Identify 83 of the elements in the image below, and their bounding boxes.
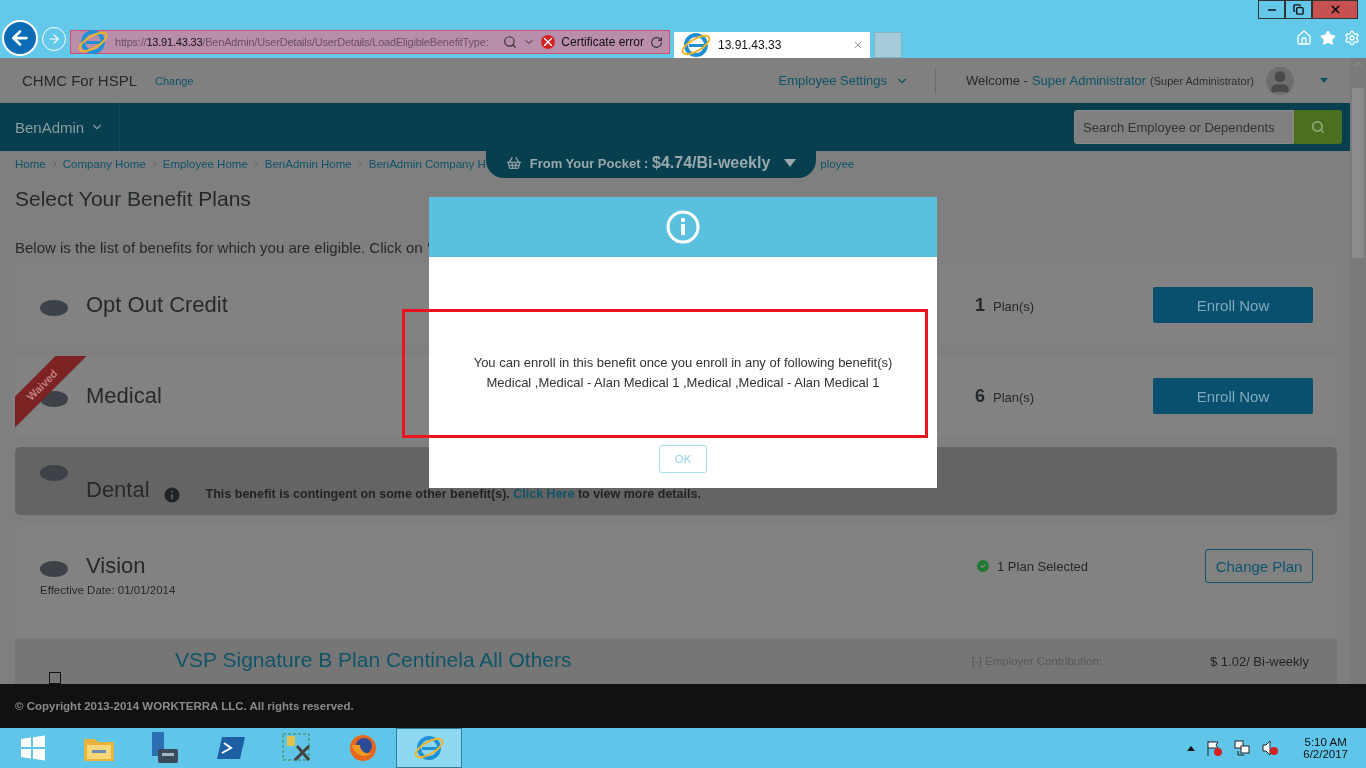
plan-status: 1 Plan Selected — [997, 558, 1089, 574]
pocket-summary[interactable]: From Your Pocket : $4.74/Bi-weekly — [485, 148, 817, 178]
minimize-button[interactable] — [1258, 0, 1285, 19]
info-icon — [161, 485, 182, 505]
enroll-now-button[interactable]: Enroll Now — [1153, 378, 1313, 414]
plan-count: 6 — [975, 385, 985, 407]
change-link[interactable]: Change — [155, 74, 194, 87]
volume-muted-icon[interactable] — [1261, 739, 1280, 757]
chevron-icon — [253, 160, 259, 168]
change-plan-button[interactable]: Change Plan — [1205, 549, 1313, 583]
url-text: https://13.91.43.33/BenAdmin/UserDetails/UserDetails/LoadEligibleBenefitType: — [115, 36, 489, 48]
certificate-error[interactable]: Certificate error — [561, 35, 644, 49]
chevron-icon — [357, 160, 363, 168]
windows-icon — [19, 735, 46, 761]
clock[interactable]: 5:10 AM 6/2/2017 — [1303, 736, 1348, 760]
employee-settings-menu[interactable]: Employee Settings — [778, 68, 936, 93]
ie-icon — [680, 30, 712, 60]
basket-icon — [505, 155, 522, 171]
dialog-message: You can enroll in this benefit once you enroll in any of following benefit(s) Medical ,Medical - Alan Medical 1 ,Medical ,Medical - Alan Medical 1 — [473, 354, 893, 392]
search-button[interactable] — [1294, 110, 1342, 144]
welcome-text: Welcome - — [966, 73, 1028, 88]
search-icon — [1311, 120, 1325, 134]
search-field[interactable]: Search Employee or Dependents — [1074, 110, 1294, 144]
benefit-name: Opt Out Credit — [86, 292, 228, 318]
ie-icon — [413, 733, 445, 763]
benefit-name: Vision — [86, 553, 146, 579]
chevron-icon — [151, 160, 157, 168]
pocket-text: From Your Pocket : $4.74/Bi-weekly — [529, 154, 771, 172]
copyright-text: © Copyright 2013-2014 WORKTERRA LLC. All rights reserved. — [15, 700, 354, 712]
plan-count-label: Plan(s) — [993, 298, 1035, 314]
plan-count-label: Plan(s) — [993, 389, 1035, 405]
contribution-amount: $ 1.02/ Bi-weekly — [1210, 654, 1309, 669]
breadcrumb-link[interactable]: Company Home — [62, 158, 146, 170]
toggle-switch[interactable] — [40, 465, 68, 481]
breadcrumb-link[interactable]: ployee — [820, 158, 855, 170]
breadcrumb-link[interactable]: Employee Home — [162, 158, 248, 170]
toggle-switch[interactable] — [40, 561, 68, 577]
ok-button[interactable]: OK — [659, 445, 707, 473]
back-button[interactable] — [2, 20, 38, 56]
page-title: Select Your Benefit Plans — [15, 187, 252, 211]
plan-count: 1 — [975, 294, 985, 316]
toggle-switch[interactable] — [40, 300, 68, 316]
benadmin-menu[interactable]: BenAdmin — [0, 103, 121, 151]
caret-icon[interactable] — [1187, 745, 1196, 751]
benefit-name: Dental — [86, 477, 150, 503]
address-bar[interactable]: https://13.91.43.33/BenAdmin/UserDetails/UserDetails/LoadEligibleBenefitType: Certificate error — [70, 30, 670, 54]
server-icon — [149, 731, 180, 765]
settings-icon[interactable] — [1344, 30, 1360, 46]
refresh-icon[interactable] — [650, 35, 663, 49]
tools-icon — [280, 732, 313, 764]
browser-tab[interactable]: 13.91.43.33 — [674, 32, 870, 58]
search-icon[interactable] — [503, 35, 518, 49]
click-here-link[interactable]: Click Here — [513, 487, 575, 501]
firefox-icon — [347, 733, 378, 763]
home-icon[interactable] — [1296, 30, 1312, 46]
taskbar-button[interactable] — [396, 728, 462, 768]
benefit-name: Medical — [86, 383, 162, 409]
arrow-right-icon — [47, 32, 61, 46]
info-icon — [666, 210, 700, 244]
network-icon[interactable] — [1233, 739, 1252, 757]
terminal-icon — [215, 735, 246, 761]
org-name: CHMC For HSPL — [22, 72, 137, 89]
intro-text: Below is the list of benefits for which you are eligible. Click on — [15, 239, 1335, 256]
restore-icon — [1293, 4, 1304, 15]
avatar-icon[interactable] — [1266, 66, 1294, 95]
breadcrumb-link[interactable]: Home — [15, 158, 46, 170]
flag-icon[interactable] — [1205, 739, 1224, 757]
error-icon — [541, 35, 556, 49]
user-role: (Super Administrator) — [1150, 74, 1254, 87]
enroll-now-button[interactable]: Enroll Now — [1153, 287, 1313, 323]
user-name-link[interactable]: Super Administrator — [1031, 73, 1147, 88]
ie-icon — [77, 27, 109, 57]
effective-date: Effective Date: 01/01/2014 — [40, 584, 177, 596]
scrollbar[interactable] — [1350, 58, 1366, 684]
breadcrumb-link[interactable]: BenAdmin Home — [264, 158, 352, 170]
caret-icon — [784, 159, 797, 167]
chevron-icon — [51, 160, 57, 168]
contingent-note: This benefit is contingent on some other benefit(s). Click Here to view more details. — [205, 487, 701, 501]
restore-button[interactable] — [1285, 0, 1312, 19]
plan-name-link[interactable]: VSP Signature B Plan Centinela All Others — [175, 648, 572, 672]
check-icon — [975, 558, 991, 574]
star-icon[interactable] — [1320, 30, 1336, 46]
breadcrumb-link[interactable]: BenAdmin Company H — [368, 158, 486, 170]
